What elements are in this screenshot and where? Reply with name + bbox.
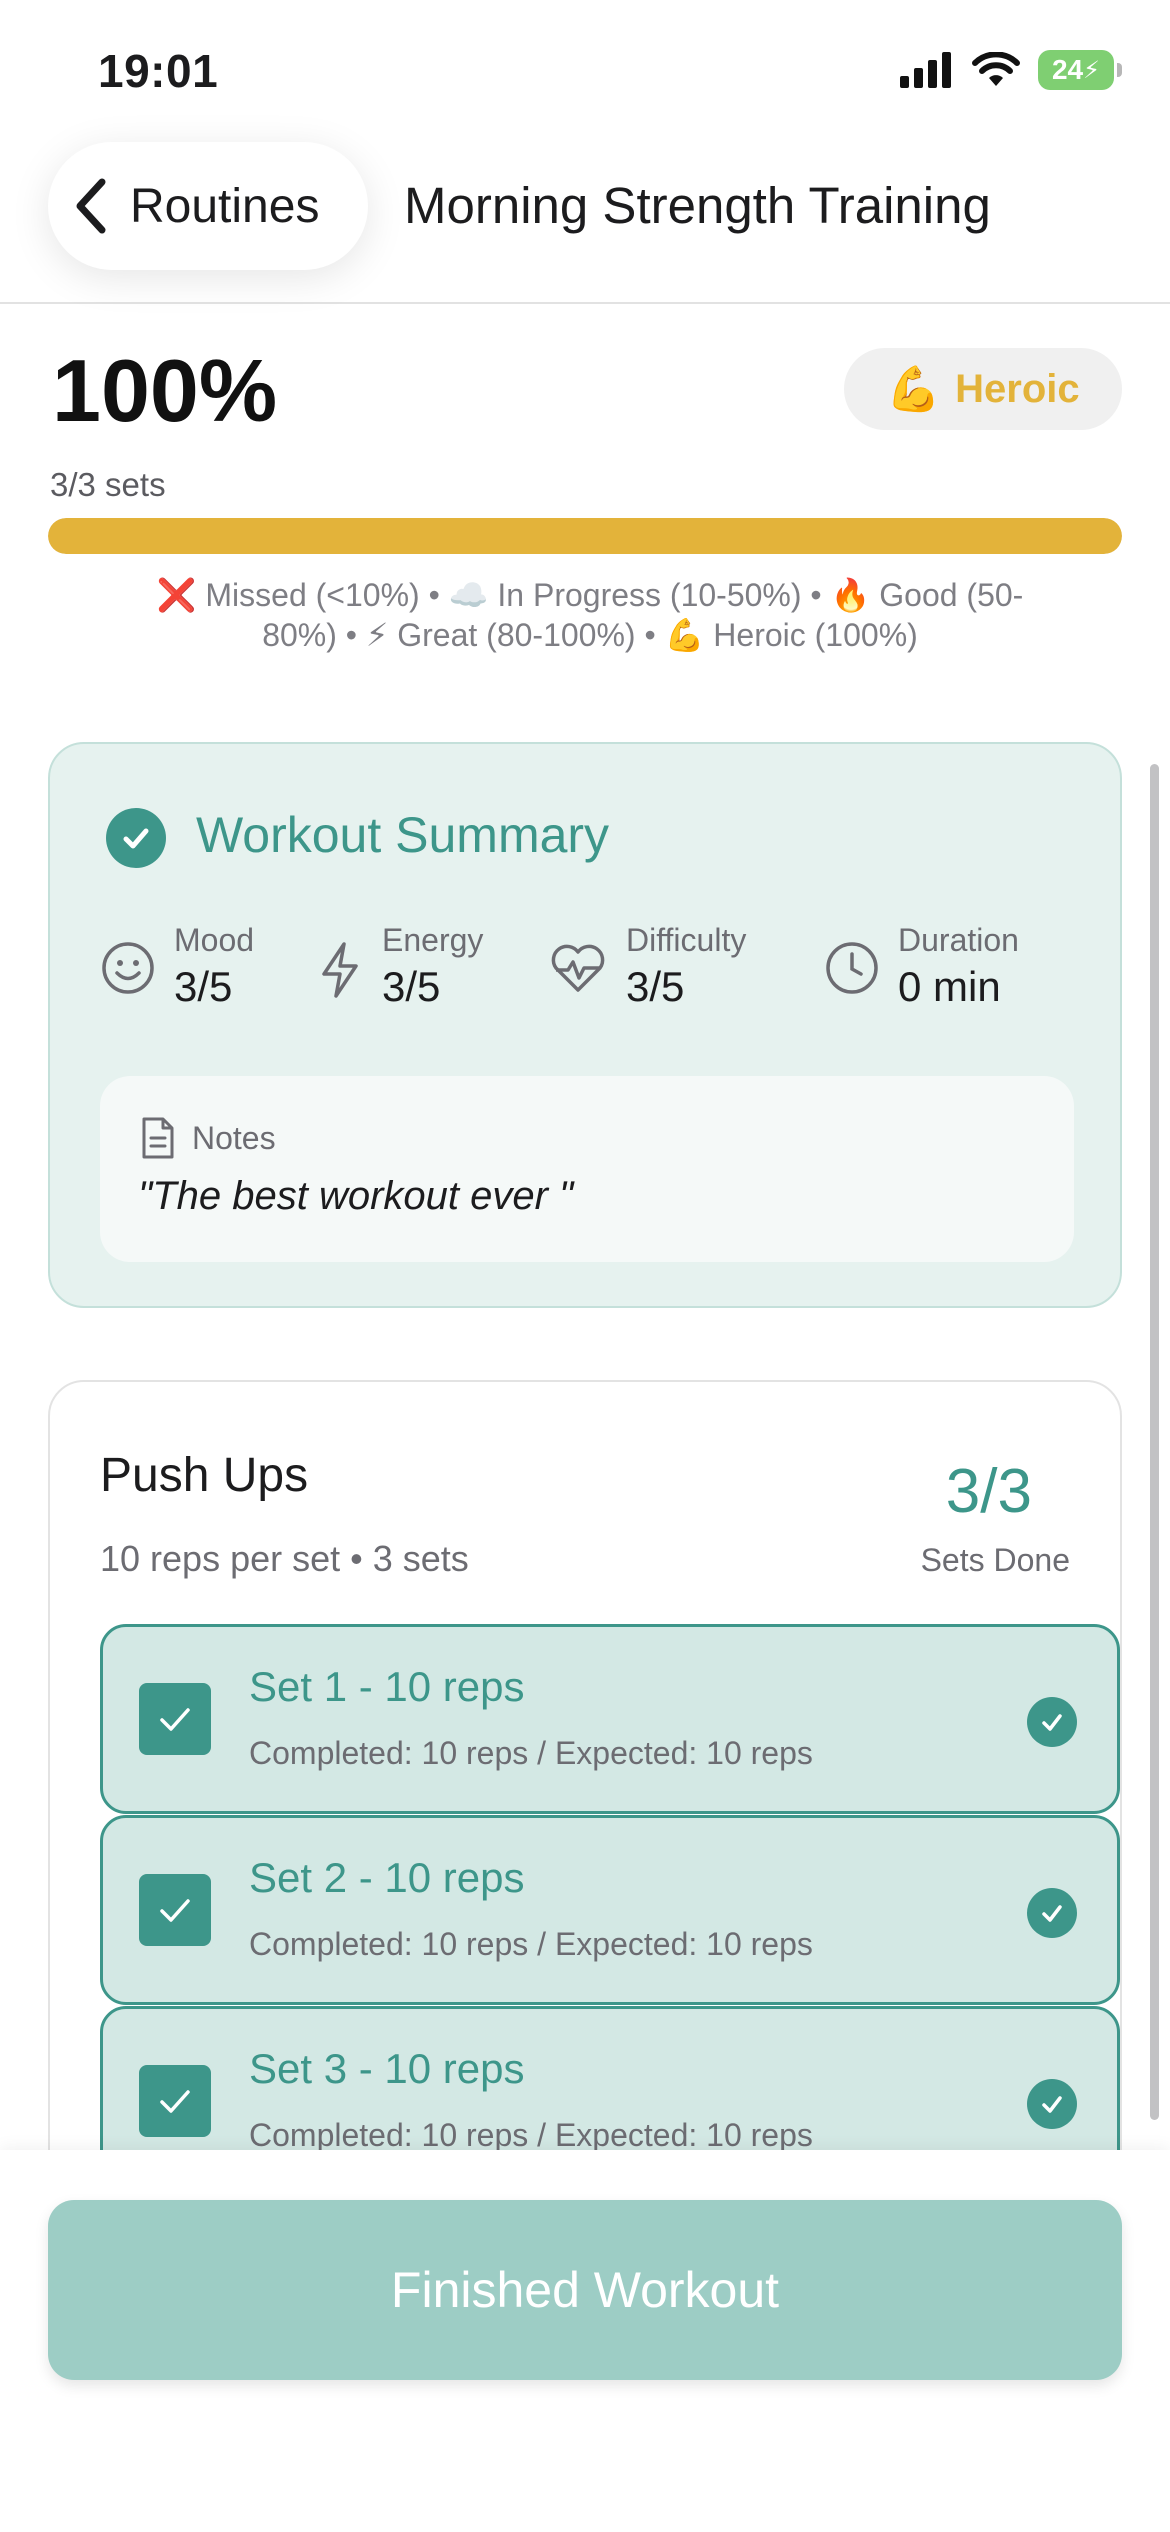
document-icon [142,1117,174,1159]
status-icons: 24 ⚡ [900,50,1122,90]
battery-icon: 24 ⚡ [1038,50,1122,90]
status-bar: 19:01 24 ⚡ [0,0,1170,140]
set-checkbox[interactable] [139,2065,211,2137]
metric-value: 3/5 [626,963,685,1010]
set-title: Set 2 - 10 reps [249,1854,525,1901]
set-title: Set 3 - 10 reps [249,2045,525,2092]
status-time: 19:01 [98,45,219,97]
workout-summary-card: Workout Summary Mood 3/5 Energy 3/5 Diff… [48,742,1122,1308]
set-checkbox[interactable] [139,1874,211,1946]
tier-legend: ❌ Missed (<10%) • ☁️ In Progress (10-50%… [156,577,1024,653]
progress-fill [48,518,1122,554]
exercise-meta: 10 reps per set • 3 sets [100,1538,469,1579]
checkmark-icon [160,2090,190,2113]
exercise-name: Push Ups [100,1449,309,1502]
notes-label: Notes [192,1119,276,1156]
check-circle-icon [1027,2079,1077,2129]
smile-icon [102,942,154,994]
metric-value: 3/5 [174,963,233,1010]
exercise-card: Push Ups 10 reps per set • 3 sets 3/3 Se… [48,1380,1122,2280]
clock-icon [826,942,878,994]
set-row[interactable]: Set 2 - 10 reps Completed: 10 reps / Exp… [100,1815,1120,2005]
metric-value: 0 min [898,963,1001,1010]
metric-label: Energy [382,922,484,958]
wifi-icon [972,52,1020,86]
battery-level: 24 [1051,54,1084,85]
back-label: Routines [130,179,320,233]
checkmark-icon [160,1708,190,1731]
check-circle-icon [1027,1888,1077,1938]
lightning-icon [322,942,358,998]
flexed-biceps-icon: 💪 [886,365,942,414]
summary-title: Workout Summary [196,807,610,863]
check-circle-icon [1027,1697,1077,1747]
set-row[interactable]: Set 1 - 10 reps Completed: 10 reps / Exp… [100,1624,1120,1814]
sets-count: 3/3 sets [50,466,166,503]
page-title: Morning Strength Training [404,177,991,234]
notes-box: Notes "The best workout ever " [100,1076,1074,1262]
chevron-left-icon [76,178,106,234]
set-title: Set 1 - 10 reps [249,1663,525,1710]
signal-icon [900,52,951,88]
notes-header: Notes [140,1116,276,1160]
completion-percent: 100% [52,341,278,440]
back-button[interactable]: Routines [48,142,368,270]
metric-energy: Energy 3/5 [316,920,483,1014]
scrollbar[interactable] [1150,764,1159,2120]
metric-mood: Mood 3/5 [100,920,254,1014]
metric-duration: Duration 0 min [824,920,1019,1014]
nav-header: Routines Morning Strength Training [0,140,1170,304]
sets-done-label: Sets Done [920,1542,1070,1578]
check-circle-icon [106,808,166,868]
set-checkbox[interactable] [139,1683,211,1755]
checkmark-icon [160,1899,190,1922]
set-subtitle: Completed: 10 reps / Expected: 10 reps [249,1926,813,1962]
set-subtitle: Completed: 10 reps / Expected: 10 reps [249,1735,813,1771]
metric-difficulty: Difficulty 3/5 [548,920,746,1014]
tier-badge: 💪 Heroic [844,348,1122,430]
progress-bar [48,518,1122,554]
heart-pulse-icon [551,944,605,992]
sets-done-count: 3/3 [945,1457,1032,1526]
metric-label: Duration [898,922,1019,958]
finished-workout-button[interactable]: Finished Workout [48,2200,1122,2380]
metric-value: 3/5 [382,963,441,1010]
tier-label: Heroic [955,366,1080,411]
metric-label: Difficulty [626,922,747,958]
bottom-bar: Finished Workout [0,2150,1170,2532]
metric-label: Mood [174,922,255,958]
notes-text: "The best workout ever " [138,1174,574,1218]
set-subtitle: Completed: 10 reps / Expected: 10 reps [249,2117,813,2153]
